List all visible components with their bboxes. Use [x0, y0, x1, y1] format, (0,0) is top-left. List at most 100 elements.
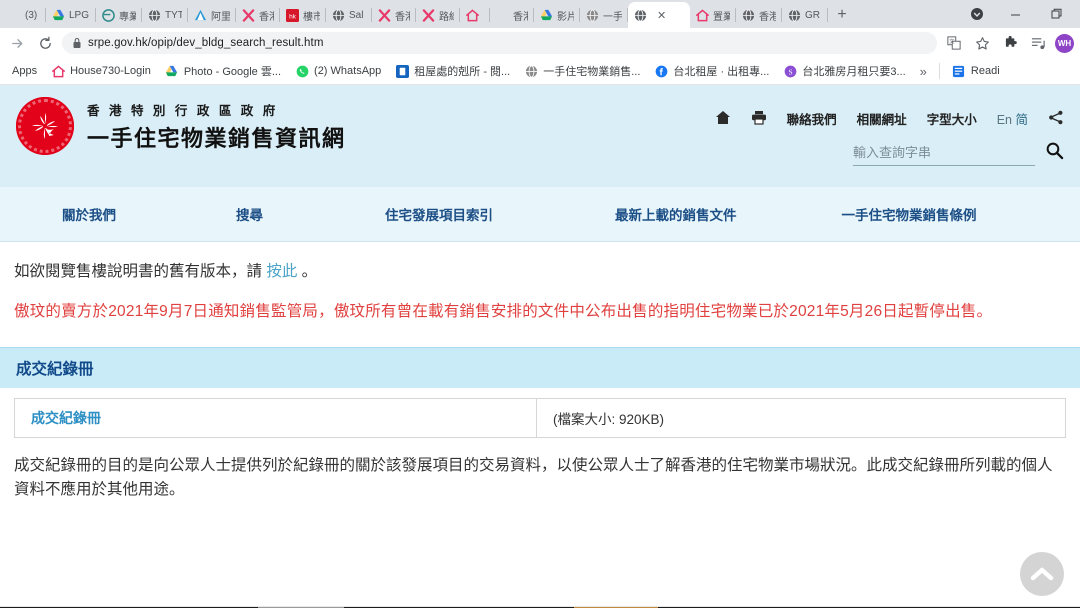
bookmarks-overflow-button[interactable]: » [914, 64, 933, 79]
register-purpose-paragraph: 成交紀錄冊的目的是向公眾人士提供列於紀錄冊的關於該發展項目的交易資料，以使公眾人… [14, 456, 1053, 498]
new-tab-button[interactable]: + [828, 2, 856, 28]
bookmark-item[interactable]: S 台北雅房月租只要3... [777, 61, 911, 81]
svg-text:hk: hk [289, 13, 297, 20]
print-icon[interactable] [751, 110, 767, 128]
globe-gray-icon [586, 9, 599, 22]
utility-link-related-sites[interactable]: 相關網址 [857, 109, 907, 128]
profile-avatar[interactable]: WH [1055, 33, 1074, 53]
old-version-link[interactable]: 按此 [266, 263, 297, 280]
media-list-icon[interactable] [1027, 32, 1049, 54]
bookmark-item[interactable]: 租屋處的剋所 - 閱... [389, 61, 516, 81]
browser-tab[interactable]: 香港 [372, 2, 416, 28]
browser-tab-label: 專業 [119, 11, 136, 23]
x-icon [378, 8, 391, 22]
browser-tab[interactable]: 一手 [580, 2, 628, 28]
page-content: 香 港 特 別 行 政 區 政 府 一手住宅物業銷售資訊網 聯絡我們 相關網址 … [0, 85, 1080, 606]
site-search [853, 141, 1064, 166]
euro-icon [102, 8, 115, 22]
nav-item-search[interactable]: 搜尋 [236, 204, 263, 224]
forward-arrow-icon[interactable] [6, 32, 28, 54]
nav-item-latest-documents[interactable]: 最新上載的銷售文件 [615, 204, 737, 224]
star-icon[interactable] [971, 32, 993, 54]
home-icon[interactable] [715, 110, 731, 128]
utility-link-font-size[interactable]: 字型大小 [927, 109, 977, 128]
puzzle-icon[interactable] [999, 32, 1021, 54]
browser-tab[interactable]: 阿里 [188, 2, 236, 28]
browser-tab-label: 香港 [759, 11, 776, 23]
globe-icon [634, 9, 647, 22]
nav-item-development-index[interactable]: 住宅發展項目索引 [385, 204, 493, 224]
transaction-register-link[interactable]: 成交紀錄冊 [31, 408, 101, 428]
lang-sc-link[interactable]: 简 [1015, 113, 1028, 127]
scroll-to-top-button[interactable] [1020, 552, 1064, 596]
bookmark-item[interactable]: 一手住宅物業銷售... [518, 61, 646, 81]
search-icon[interactable] [1045, 141, 1064, 166]
close-icon[interactable]: ✕ [657, 9, 666, 22]
x-icon [242, 8, 255, 22]
translate-icon[interactable]: 文 [943, 32, 965, 54]
reload-icon[interactable] [34, 32, 56, 54]
utility-link-contact[interactable]: 聯絡我們 [787, 109, 837, 128]
bookmark-apps[interactable]: Apps [6, 63, 43, 79]
browser-tab[interactable]: hk 樓市 [280, 2, 326, 28]
minimize-button[interactable] [994, 0, 1036, 28]
bookmarks-bar: Apps House730-Login Photo - Google 雲... (2… [0, 58, 1080, 85]
browser-tab-label: 阿里 [211, 11, 230, 23]
main-navigation: 關於我們 搜尋 住宅發展項目索引 最新上載的銷售文件 一手住宅物業銷售條例 [0, 187, 1080, 242]
browser-tab[interactable] [460, 2, 490, 28]
site-header: 香 港 特 別 行 政 區 政 府 一手住宅物業銷售資訊網 聯絡我們 相關網址 … [0, 85, 1080, 187]
blue-icon [395, 64, 409, 78]
svg-text:文: 文 [949, 37, 955, 45]
browser-tab[interactable]: 影片 [534, 2, 580, 28]
share-icon[interactable] [1048, 110, 1064, 128]
file-size-label: (檔案大小: 920KB) [553, 411, 665, 427]
reading-list-icon [952, 64, 966, 78]
maximize-restore-button[interactable] [1036, 0, 1078, 28]
browser-tab-label: 香港 [395, 11, 410, 23]
nav-item-ordinance[interactable]: 一手住宅物業銷售條例 [842, 204, 977, 224]
bookmark-item[interactable]: 台北租屋 · 出租專... [648, 61, 775, 81]
bookmark-item[interactable]: House730-Login [45, 62, 157, 80]
browser-tab[interactable]: 路線 [416, 2, 460, 28]
browser-tab[interactable]: LPG [46, 2, 96, 28]
triangle-icon [194, 9, 207, 22]
reading-list-button[interactable]: Readi [946, 62, 1006, 80]
browser-tab-label: GR [805, 9, 820, 21]
browser-tab[interactable]: GR [782, 2, 828, 28]
browser-tab-label: 影片 [557, 11, 574, 23]
bookmark-item[interactable]: Photo - Google 雲... [159, 61, 287, 81]
browser-tab[interactable]: 置業 [690, 2, 736, 28]
text-tab [496, 9, 509, 22]
browser-tab-label: 香港 [513, 11, 528, 23]
bookmark-item-label: 台北雅房月租只要3... [802, 66, 906, 78]
svg-text:S: S [788, 67, 792, 76]
bookmark-item[interactable]: (2) WhatsApp [289, 62, 387, 80]
bookmarks-divider [938, 63, 940, 79]
browser-tab[interactable]: Sal [326, 2, 372, 28]
old-version-notice-suffix: 。 [297, 263, 318, 280]
tab-strip: (3)LPG專業TYT阿里香港hk樓市Sal香港路線香港影片一手✕置業香港GR … [0, 0, 1080, 28]
browser-tab-label: 樓市 [303, 11, 320, 23]
profile-dot-icon[interactable] [960, 0, 994, 28]
bookmark-item-label: (2) WhatsApp [314, 65, 382, 77]
browser-tab[interactable]: 香港 [490, 2, 534, 28]
browser-tab[interactable]: TYT [142, 2, 188, 28]
address-bar[interactable]: srpe.gov.hk/opip/dev_bldg_search_result.… [62, 32, 937, 54]
content-area: 如欲閱覽售樓說明書的舊有版本，請 按此 。 傲玟的賣方於2021年9月7日通知銷… [0, 242, 1080, 325]
browser-tab[interactable]: 專業 [96, 2, 142, 28]
browser-tab-label: Sal [349, 9, 364, 21]
section-title: 成交紀錄冊 [16, 360, 94, 378]
suspension-alert: 傲玟的賣方於2021年9月7日通知銷售監管局，傲玟所有曾在載有銷售安排的文件中公… [14, 303, 993, 321]
document-table-row-name-cell: 成交紀錄冊 [15, 398, 537, 437]
browser-tab[interactable]: 香港 [236, 2, 280, 28]
globe-gray-icon [524, 64, 538, 78]
browser-tab-active[interactable]: ✕ [628, 2, 690, 28]
lang-en-link[interactable]: En [997, 113, 1012, 127]
search-input[interactable] [853, 145, 1035, 160]
browser-tab[interactable]: 香港 [736, 2, 782, 28]
hket-icon: hk [286, 8, 299, 22]
document-table: 成交紀錄冊 (檔案大小: 920KB) [14, 397, 1066, 438]
nav-item-about-us[interactable]: 關於我們 [62, 204, 116, 224]
browser-tab[interactable]: (3) [2, 2, 46, 28]
bookmark-item-label: House730-Login [70, 65, 151, 77]
